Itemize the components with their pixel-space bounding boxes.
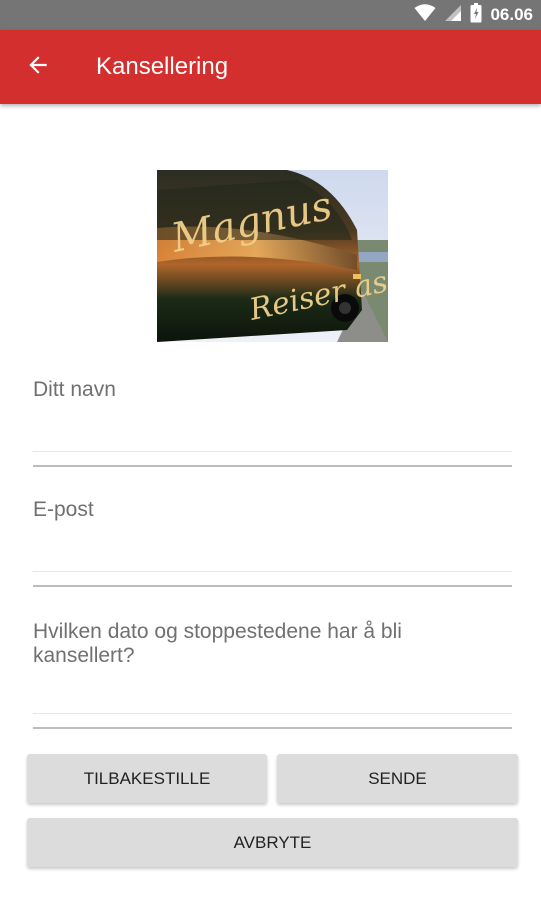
wifi-icon <box>414 3 436 27</box>
divider <box>33 585 512 587</box>
app-bar: Kansellering <box>0 30 541 104</box>
back-button[interactable] <box>14 43 62 91</box>
name-field: Ditt navn <box>33 378 512 470</box>
status-icons: 06.06 <box>414 0 533 30</box>
reset-button[interactable]: TILBAKESTILLE <box>27 754 267 803</box>
page-title: Kansellering <box>96 53 229 80</box>
name-underline <box>33 451 512 452</box>
name-input[interactable] <box>33 414 512 450</box>
stops-underline <box>33 713 512 714</box>
email-underline <box>33 571 512 572</box>
status-time: 06.06 <box>490 5 533 24</box>
battery-icon <box>470 2 482 28</box>
cancel-button[interactable]: AVBRYTE <box>27 818 518 867</box>
cell-signal-icon <box>444 4 462 27</box>
stops-field: Hvilken dato og stoppestedene har å bli … <box>33 620 512 732</box>
email-input[interactable] <box>33 534 512 570</box>
status-bar: 06.06 <box>0 0 541 30</box>
stops-input[interactable] <box>33 676 512 712</box>
stops-label: Hvilken dato og stoppestedene har å bli … <box>33 620 402 667</box>
name-label: Ditt navn <box>33 378 116 401</box>
arrow-left-icon <box>25 52 51 83</box>
divider <box>33 727 512 729</box>
company-logo-image: Magnus Reiser as <box>157 170 388 342</box>
divider <box>33 465 512 467</box>
email-field: E-post <box>33 498 512 590</box>
email-label: E-post <box>33 498 94 521</box>
send-button[interactable]: SENDE <box>277 754 518 803</box>
